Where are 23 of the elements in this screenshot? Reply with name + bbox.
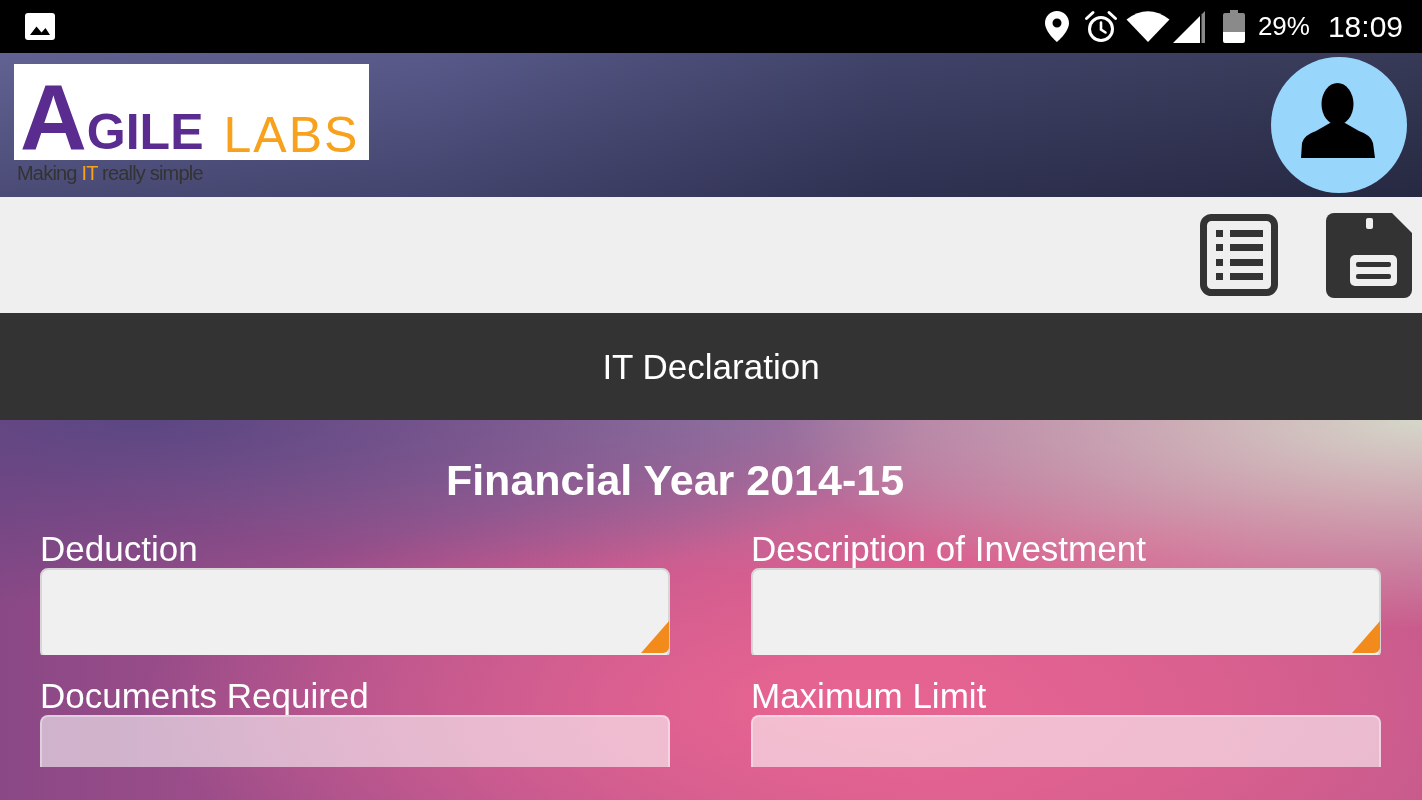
user-avatar-icon[interactable] [1271,57,1407,193]
field-label: Deduction [40,530,198,568]
field-label: Maximum Limit [751,677,987,715]
logo-tagline: Making IT really simple [17,162,204,184]
image-icon [25,13,55,40]
wifi-icon [1125,10,1170,43]
page-title: IT Declaration [602,345,820,388]
dropdown-field[interactable] [40,568,670,655]
field-label: Description of Investment [751,530,1146,568]
battery-icon [1222,10,1245,43]
list-icon[interactable] [1200,214,1278,296]
dropdown-field[interactable] [751,568,1381,655]
form-heading: Financial Year 2014-15 [445,456,905,504]
clock-time: 18:09 [1327,10,1403,43]
save-icon[interactable] [1326,212,1412,298]
signal-icon [1172,10,1205,43]
field-label: Documents Required [40,677,369,715]
alarm-clock-icon [1083,9,1118,44]
battery-percent: 29% [1257,12,1310,41]
corner-triangle-icon [641,621,669,653]
logo: AGILE LABS [14,64,369,160]
corner-triangle-icon [1352,621,1380,653]
location-pin-icon [1044,11,1069,42]
